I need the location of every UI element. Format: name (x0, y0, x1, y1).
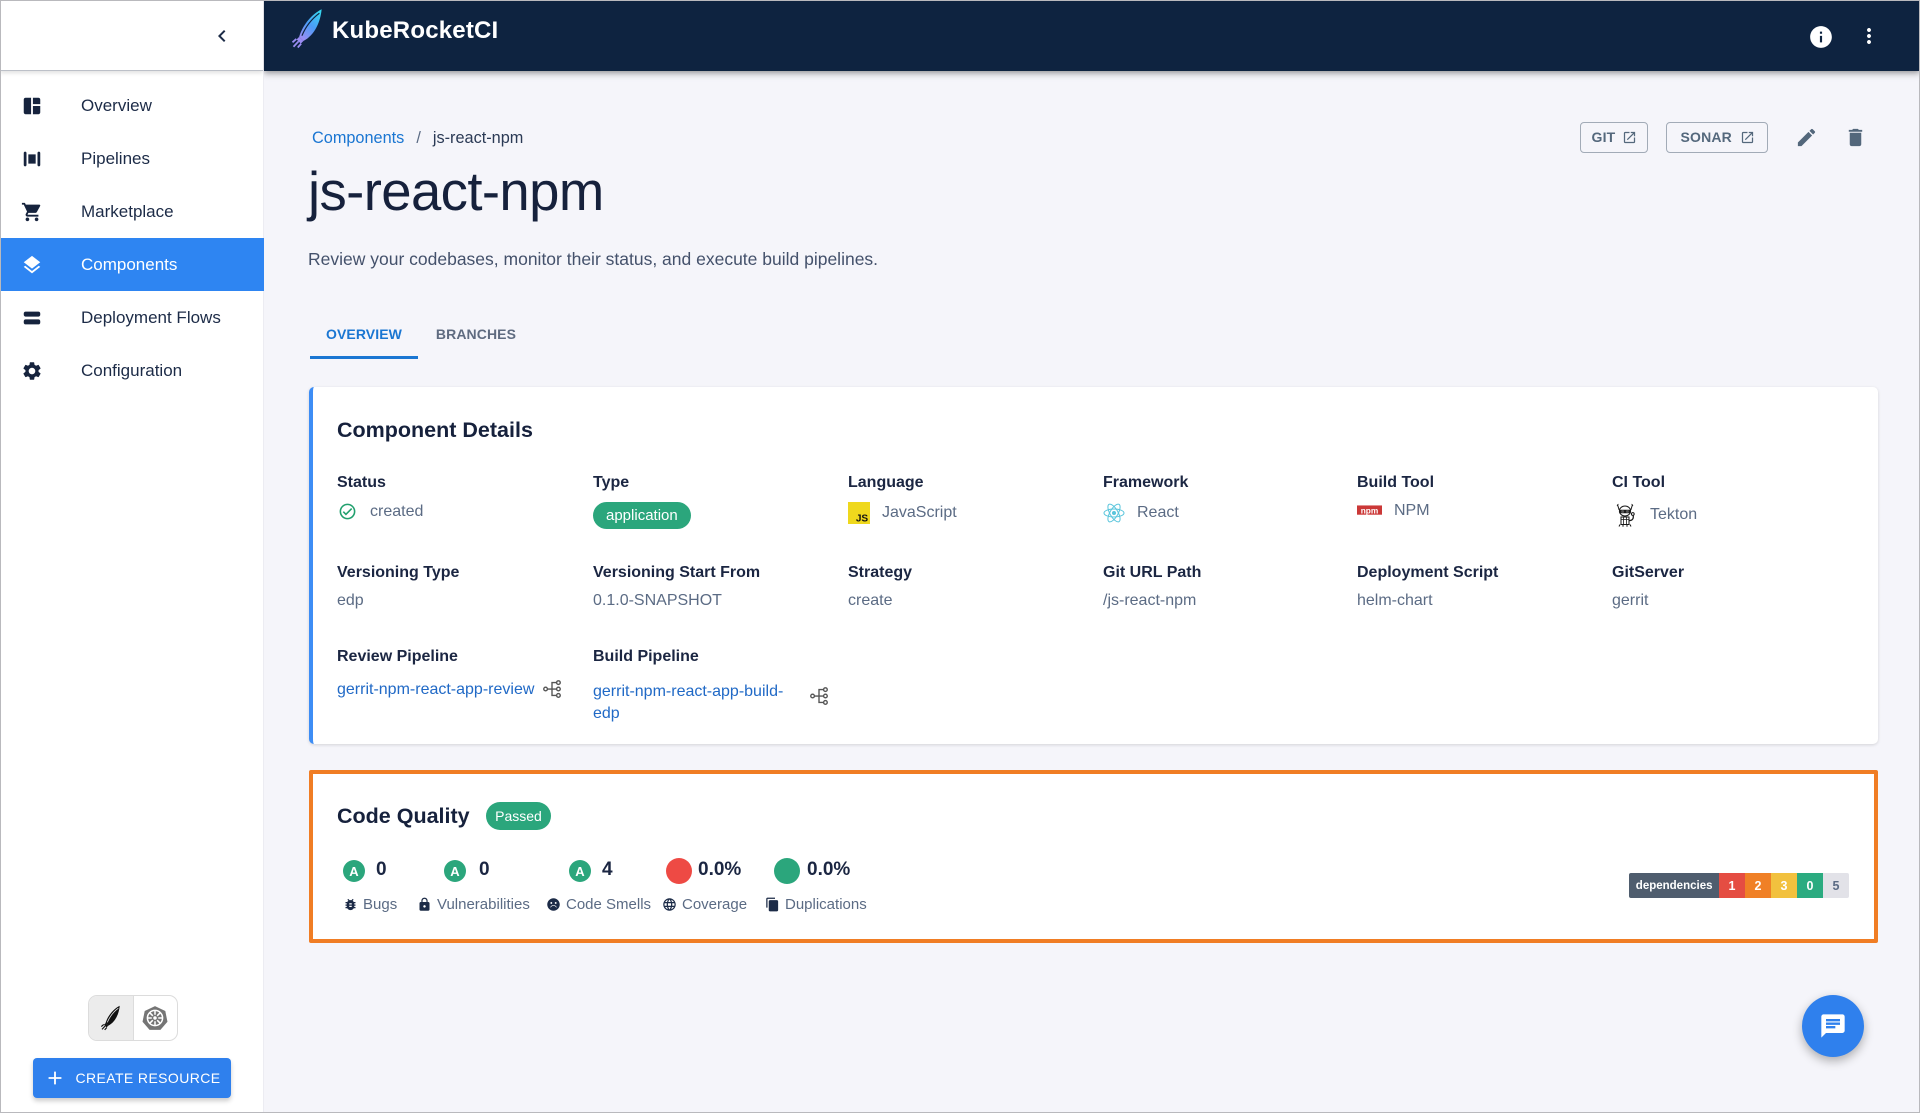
svg-text:JS: JS (856, 513, 869, 524)
svg-text:npm: npm (1361, 505, 1379, 515)
